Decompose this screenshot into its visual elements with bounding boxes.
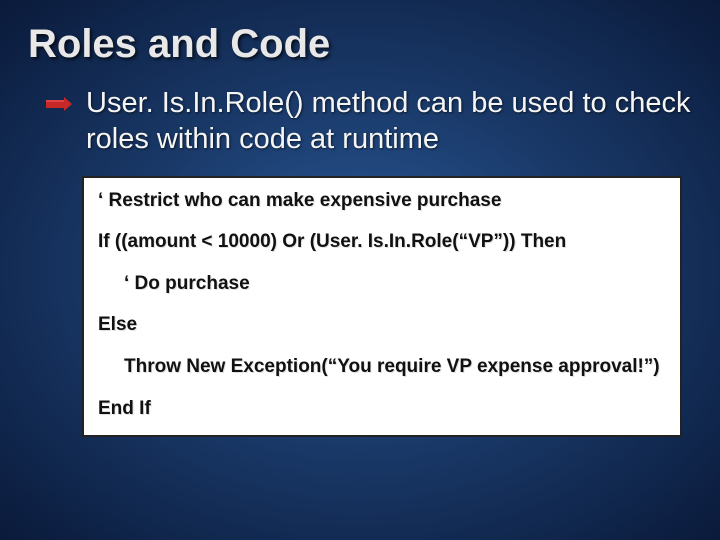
- code-line: End If: [98, 396, 666, 422]
- bullet-icon: [46, 97, 72, 111]
- body-text: User. Is.In.Role() method can be used to…: [86, 85, 692, 158]
- slide-title: Roles and Code: [28, 22, 692, 67]
- code-line: ‘ Do purchase: [98, 271, 666, 297]
- code-line: Else: [98, 312, 666, 338]
- slide: Roles and Code User. Is.In.Role() method…: [0, 0, 720, 540]
- code-box: ‘ Restrict who can make expensive purcha…: [82, 176, 682, 438]
- body-row: User. Is.In.Role() method can be used to…: [28, 85, 692, 158]
- code-line: Throw New Exception(“You require VP expe…: [98, 354, 666, 380]
- code-line: ‘ Restrict who can make expensive purcha…: [98, 188, 666, 214]
- code-line: If ((amount < 10000) Or (User. Is.In.Rol…: [98, 229, 666, 255]
